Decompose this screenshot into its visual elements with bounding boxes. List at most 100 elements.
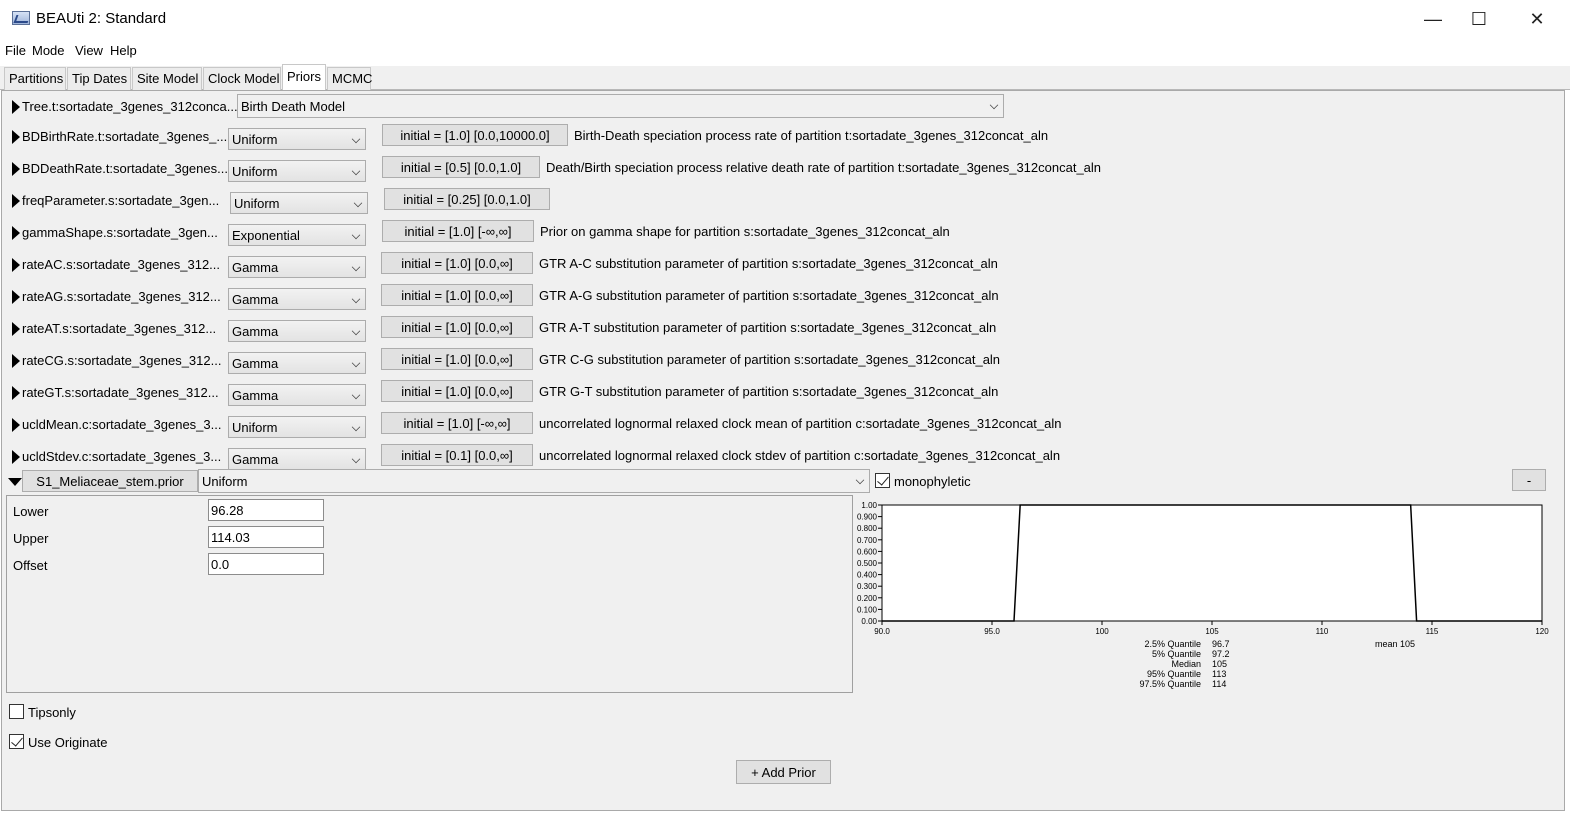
chevron-down-icon — [855, 475, 865, 485]
menu-view[interactable]: View — [75, 43, 103, 58]
expand-prior-icon[interactable] — [10, 353, 20, 369]
prior-dist-select[interactable]: Exponential — [228, 224, 366, 246]
tab-mcmc[interactable]: MCMC — [327, 67, 372, 90]
expand-prior-icon[interactable] — [10, 385, 20, 401]
mrca-dist-select[interactable]: Uniform — [198, 469, 870, 493]
expand-prior-icon[interactable] — [10, 193, 20, 209]
window-title: BEAUti 2: Standard — [36, 10, 167, 27]
quantile-value: 96.7 — [1212, 639, 1230, 649]
prior-dist-select[interactable]: Gamma — [228, 288, 366, 310]
prior-dist-select[interactable]: Gamma — [228, 448, 366, 470]
quantile-stats: 2.5% Quantile 96.7 5% Quantile 97.2 Median 10… — [1097, 639, 1397, 699]
offset-label: Offset — [13, 558, 48, 573]
quantile-value: 114 — [1212, 679, 1227, 689]
prior-label: rateCG.s:sortadate_3genes_312... — [22, 353, 222, 368]
expand-prior-icon[interactable] — [10, 417, 20, 433]
quantile-name: 97.5% Quantile — [1139, 679, 1201, 689]
prior-label: rateGT.s:sortadate_3genes_312... — [22, 385, 219, 400]
x-tick-label: 110 — [1316, 627, 1329, 636]
initial-value-button[interactable]: initial = [1.0] [-∞,∞] — [381, 412, 533, 434]
tab-priors[interactable]: Priors — [282, 64, 326, 91]
prior-dist-select[interactable]: Gamma — [228, 320, 366, 342]
menu-mode[interactable]: Mode — [32, 43, 65, 58]
mean-label: mean 105 — [1375, 639, 1416, 649]
initial-value-button[interactable]: initial = [1.0] [0.0,∞] — [381, 348, 533, 370]
prior-dist-value: Gamma — [232, 324, 279, 339]
maximize-button[interactable]: ☐ — [1456, 4, 1502, 34]
y-tick-label: 1.00 — [861, 501, 877, 510]
y-tick-label: 0.00 — [861, 617, 877, 626]
offset-input[interactable]: 0.0 — [208, 553, 324, 575]
prior-dist-select[interactable]: Uniform — [228, 160, 366, 182]
priors-panel: Tree.t:sortadate_3genes_312conca... Birt… — [1, 90, 1565, 811]
initial-value-button[interactable]: initial = [1.0] [-∞,∞] — [382, 220, 534, 242]
prior-label: rateAT.s:sortadate_3genes_312... — [22, 321, 217, 336]
chevron-down-icon — [351, 166, 361, 176]
tipsonly-checkbox[interactable] — [9, 704, 24, 719]
plot-area — [881, 504, 1543, 622]
tab-bar: Partitions Tip Dates Site Model Clock Mo… — [0, 64, 1570, 91]
expand-prior-icon[interactable] — [10, 129, 20, 145]
upper-input[interactable]: 114.03 — [208, 526, 324, 548]
prior-row: BDBirthRate.t:sortadate_3genes_... Unifor… — [2, 123, 1564, 153]
remove-prior-button[interactable]: - — [1512, 469, 1546, 491]
x-tick-label: 90.0 — [874, 627, 890, 636]
initial-value-button[interactable]: initial = [1.0] [0.0,∞] — [381, 284, 533, 306]
monophyletic-checkbox[interactable] — [875, 473, 890, 488]
initial-value-button[interactable]: initial = [1.0] [0.0,10000.0] — [382, 124, 568, 146]
collapse-mrca-prior-icon[interactable] — [8, 474, 22, 490]
prior-dist-value: Gamma — [232, 388, 279, 403]
lower-label: Lower — [13, 504, 49, 519]
tipsonly-label: Tipsonly — [28, 705, 76, 720]
prior-dist-select[interactable]: Uniform — [228, 416, 366, 438]
chevron-down-icon — [351, 390, 361, 400]
y-tick-label: 0.300 — [857, 582, 878, 591]
prior-dist-select[interactable]: Uniform — [228, 128, 366, 150]
chevron-down-icon — [989, 100, 999, 110]
tab-clock-model[interactable]: Clock Model — [203, 67, 281, 90]
tab-partitions[interactable]: Partitions — [4, 67, 66, 90]
close-button[interactable]: ✕ — [1514, 4, 1560, 34]
prior-dist-value: Uniform — [234, 196, 280, 211]
tab-tip-dates[interactable]: Tip Dates — [67, 67, 131, 90]
expand-prior-icon[interactable] — [10, 449, 20, 465]
chevron-down-icon — [351, 230, 361, 240]
initial-value-button[interactable]: initial = [0.1] [0.0,∞] — [381, 444, 533, 466]
menu-help[interactable]: Help — [110, 43, 137, 58]
prior-description: uncorrelated lognormal relaxed clock std… — [539, 448, 1061, 463]
expand-prior-icon[interactable] — [10, 289, 20, 305]
expand-prior-icon[interactable] — [10, 321, 20, 337]
prior-dist-select[interactable]: Gamma — [228, 256, 366, 278]
use-originate-checkbox[interactable] — [9, 734, 24, 749]
add-prior-button[interactable]: + Add Prior — [736, 760, 831, 784]
prior-dist-select[interactable]: Gamma — [228, 352, 366, 374]
prior-row: rateAT.s:sortadate_3genes_312... Gamma ini… — [2, 315, 1564, 345]
initial-value-button[interactable]: initial = [1.0] [0.0,∞] — [381, 316, 533, 338]
expand-prior-icon[interactable] — [10, 257, 20, 273]
initial-value-button[interactable]: initial = [0.5] [0.0,1.0] — [382, 156, 540, 178]
prior-description: GTR A-T substitution parameter of partit… — [539, 320, 997, 335]
minimize-button[interactable]: — — [1410, 4, 1456, 34]
prior-density-chart: 0.00 0.100 0.200 0.300 0.400 0.500 0.600 0.700 0… — [857, 501, 1549, 636]
initial-value-button[interactable]: initial = [1.0] [0.0,∞] — [381, 252, 533, 274]
expand-prior-icon[interactable] — [10, 225, 20, 241]
initial-value-button[interactable]: initial = [1.0] [0.0,∞] — [381, 380, 533, 402]
expand-prior-icon[interactable] — [10, 161, 20, 177]
prior-description: Birth-Death speciation process rate of p… — [574, 128, 1049, 143]
initial-value-button[interactable]: initial = [0.25] [0.0,1.0] — [384, 188, 550, 210]
y-tick-label: 0.700 — [857, 536, 878, 545]
lower-input[interactable]: 96.28 — [208, 499, 324, 521]
tree-model-select[interactable]: Birth Death Model — [237, 94, 1004, 118]
tab-site-model[interactable]: Site Model — [132, 67, 202, 90]
prior-label: BDBirthRate.t:sortadate_3genes_... — [22, 129, 228, 144]
prior-dist-select[interactable]: Gamma — [228, 384, 366, 406]
prior-dist-select[interactable]: Uniform — [230, 192, 368, 214]
tree-prior-label: Tree.t:sortadate_3genes_312conca... — [22, 99, 238, 114]
quantile-name: 95% Quantile — [1146, 669, 1201, 679]
prior-row: BDDeathRate.t:sortadate_3genes... Uniform… — [2, 155, 1564, 185]
expand-tree-prior-icon[interactable] — [10, 99, 20, 115]
menu-file[interactable]: File — [5, 43, 26, 58]
prior-row: ucldMean.c:sortadate_3genes_3... Uniform i… — [2, 411, 1564, 441]
prior-dist-value: Uniform — [232, 420, 278, 435]
mrca-prior-name-button[interactable]: S1_Meliaceae_stem.prior — [22, 470, 198, 492]
